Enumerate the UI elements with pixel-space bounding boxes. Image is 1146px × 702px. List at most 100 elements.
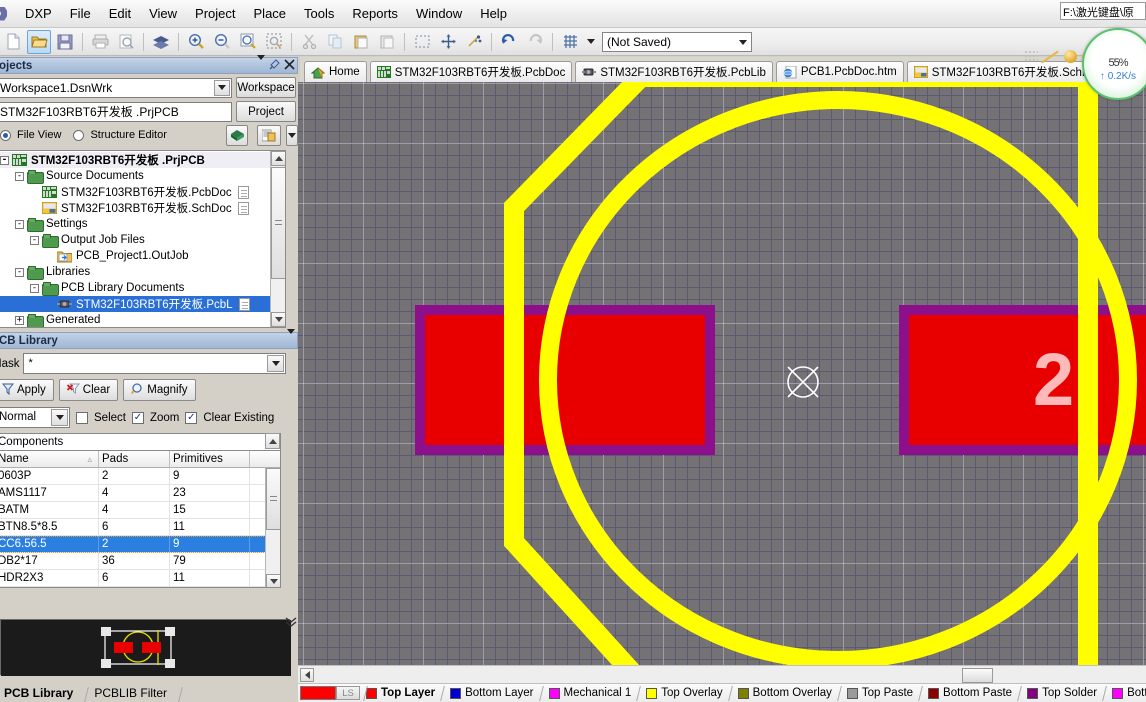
layer-tab[interactable]: Top Overlay <box>642 687 726 699</box>
column-header-pads[interactable]: Pads <box>99 451 170 467</box>
snapshot-combo[interactable]: (Not Saved) <box>602 31 752 52</box>
save-icon[interactable] <box>53 30 77 54</box>
project-options-icon[interactable] <box>226 124 248 146</box>
tree-node[interactable]: - Libraries <box>0 264 285 280</box>
apply-button[interactable]: Apply <box>0 379 54 401</box>
file-path-box[interactable]: F:\激光键盘\原 <box>1060 2 1146 20</box>
table-row[interactable]: CC6.56.5 2 9 <box>0 536 280 553</box>
print-preview-icon[interactable] <box>114 30 138 54</box>
layer-tab[interactable]: Bottom Layer <box>446 687 537 699</box>
tree-node[interactable]: STM32F103RBT6开发板.PcbL <box>0 296 285 312</box>
copy-icon[interactable] <box>323 30 347 54</box>
radio-structure-editor[interactable] <box>73 129 85 141</box>
canvas-horizontal-scrollbar[interactable] <box>298 665 1146 684</box>
layer-sets-control[interactable]: LS <box>300 686 360 700</box>
chevron-down-icon[interactable] <box>267 355 284 372</box>
layer-tab[interactable]: Mechanical 1 <box>545 687 636 699</box>
pin-icon[interactable] <box>269 59 280 73</box>
zoom-out-icon[interactable] <box>210 30 234 54</box>
tree-node[interactable]: - Source Documents <box>0 168 285 184</box>
column-header-name[interactable]: Name ▵ <box>0 451 99 467</box>
scroll-down-button[interactable] <box>271 312 285 327</box>
panel-menu-arrow-icon[interactable] <box>287 329 295 346</box>
pad-2[interactable]: 2 <box>899 305 1146 455</box>
layer-tab[interactable]: Bottom Solder <box>1108 687 1146 699</box>
chevron-down-icon[interactable] <box>736 36 749 49</box>
tab-schdoc[interactable]: STM32F103RBT6开发板.SchDoc <box>906 61 1110 82</box>
magnify-button[interactable]: Magnify <box>123 379 196 401</box>
tree-node[interactable]: - PCB Library Documents <box>0 280 285 296</box>
components-scroll-up-button[interactable] <box>265 433 280 449</box>
menu-window[interactable]: Window <box>407 2 471 25</box>
table-row[interactable]: DB2*17 36 79 <box>0 553 280 570</box>
tree-node[interactable]: - STM32F103RBT6开发板 .PrjPCB <box>0 152 285 168</box>
grid-dropdown-arrow-icon[interactable] <box>584 30 597 54</box>
chevron-down-icon[interactable] <box>214 79 230 96</box>
cut-icon[interactable] <box>297 30 321 54</box>
menu-place[interactable]: Place <box>245 2 296 25</box>
tree-vertical-scrollbar[interactable] <box>270 151 285 327</box>
tab-html[interactable]: PCB1.PcbDoc.htm <box>775 61 904 82</box>
tree-node[interactable]: PCB_Project1.OutJob <box>0 248 285 264</box>
tree-expander-collapse-icon[interactable]: - <box>15 219 24 229</box>
table-row[interactable]: BTN8.5*8.5 6 11 <box>0 519 280 536</box>
tree-expander-collapse-icon[interactable]: - <box>15 267 24 277</box>
menu-reports[interactable]: Reports <box>343 2 407 25</box>
tab-home[interactable]: Home <box>304 61 367 82</box>
tree-expander-collapse-icon[interactable]: - <box>30 283 39 293</box>
layer-tab[interactable]: Bottom Overlay <box>734 687 836 699</box>
tree-node[interactable]: + Generated <box>0 312 285 327</box>
zoom-selected-icon[interactable] <box>262 30 286 54</box>
pcb-canvas[interactable]: 2 <box>298 82 1146 665</box>
print-icon[interactable] <box>88 30 112 54</box>
checkbox-select[interactable] <box>76 411 88 424</box>
open-document-icon[interactable] <box>27 29 51 54</box>
scroll-up-button[interactable] <box>271 151 285 166</box>
tree-node[interactable]: - Output Job Files <box>0 232 285 248</box>
tree-expander-collapse-icon[interactable]: - <box>0 155 9 165</box>
column-header-primitives[interactable]: Primitives <box>170 451 250 467</box>
paste-icon[interactable] <box>349 30 373 54</box>
menu-edit[interactable]: Edit <box>100 2 140 25</box>
project-reports-icon[interactable] <box>257 124 281 146</box>
menu-view[interactable]: View <box>140 2 186 25</box>
table-row[interactable]: HDR2X3 6 11 <box>0 570 280 587</box>
scroll-thumb[interactable] <box>962 668 993 683</box>
tab-pcbdoc[interactable]: STM32F103RBT6开发板.PcbDoc <box>369 61 573 82</box>
zoom-area-icon[interactable] <box>236 30 260 54</box>
checkbox-zoom[interactable] <box>131 411 144 424</box>
table-row[interactable]: KEY_M49 <box>0 587 280 588</box>
layer-tab[interactable]: Bottom Paste <box>924 687 1016 699</box>
select-area-icon[interactable] <box>410 30 434 54</box>
checkbox-clear-existing[interactable] <box>185 411 198 424</box>
clear-button[interactable]: Clear <box>58 379 119 401</box>
tab-pcb-library[interactable]: PCB Library <box>0 684 83 702</box>
tree-expander-collapse-icon[interactable]: - <box>30 235 39 245</box>
undo-icon[interactable] <box>497 30 521 54</box>
menu-help[interactable]: Help <box>471 2 516 25</box>
grid-icon[interactable] <box>558 30 582 54</box>
workspace-combo[interactable]: Workspace1.DsnWrk <box>0 77 232 98</box>
select-mode-combo[interactable]: Normal <box>0 407 70 428</box>
menu-file[interactable]: File <box>61 2 100 25</box>
layer-tab[interactable]: Top Paste <box>843 687 917 699</box>
tree-expander-expand-icon[interactable]: + <box>15 315 24 325</box>
tree-node[interactable]: STM32F103RBT6开发板.SchDoc <box>0 200 285 216</box>
project-combo[interactable]: STM32F103RBT6开发板 .PrjPCB <box>0 101 232 122</box>
layer-tab[interactable]: Top Solder <box>1023 687 1101 699</box>
chevron-down-icon[interactable] <box>51 409 68 426</box>
move-icon[interactable] <box>436 30 460 54</box>
menu-dxp[interactable]: DXP <box>16 2 61 25</box>
scroll-left-button[interactable] <box>300 668 314 682</box>
scroll-thumb[interactable] <box>271 167 285 279</box>
close-icon[interactable] <box>284 59 295 73</box>
project-tree[interactable]: - STM32F103RBT6开发板 .PrjPCB - Source Documen… <box>0 150 286 328</box>
deselect-icon[interactable] <box>462 30 486 54</box>
pad-1[interactable] <box>415 305 715 455</box>
radio-file-view[interactable] <box>0 129 11 141</box>
table-row[interactable]: BATM 4 15 <box>0 502 280 519</box>
layer-tab[interactable]: Top Layer <box>362 687 439 699</box>
scroll-thumb[interactable] <box>266 468 280 530</box>
layers-icon[interactable] <box>149 30 173 54</box>
table-row[interactable]: 0603P 2 9 <box>0 468 280 485</box>
